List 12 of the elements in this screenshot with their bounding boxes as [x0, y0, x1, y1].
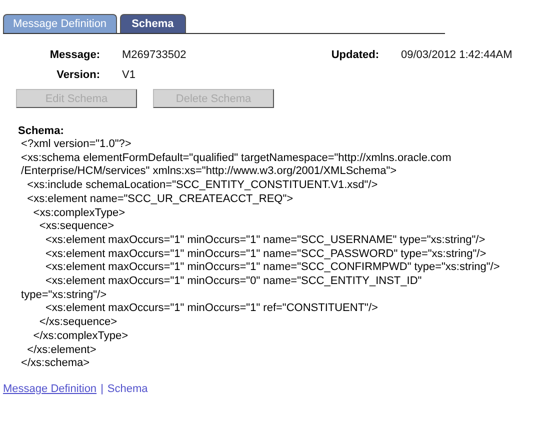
field-value: V1	[122, 69, 136, 81]
link-separator: |	[100, 382, 104, 395]
footer-link[interactable]: Message Definition	[3, 382, 97, 395]
schema-label: Schema:	[18, 125, 65, 137]
field-label: Message:	[48, 49, 100, 61]
field-value: M269733502	[122, 49, 188, 61]
field-label: Updated:	[330, 49, 379, 61]
field-value: 09/03/2012 1:42:44AM	[401, 49, 514, 61]
schema-code-text: <?xml version="1.0"?> <xs:schema elementFormDefault="qualified" targetNamespace="http://xmlns.oracle.com /Enterprise/HCM/services" xmlns:xs="http://www.w3.org/2001/XMLSchema"> <xs:include schemaLocation="SCC_ENTITY_CONSTITUENT.V1.xsd"/> <xs:element name="SCC_UR_CREATEACCT_REQ"> <xs:complexType> <xs:sequence> <xs:element maxOccurs="1" minOccurs="1" name="SCC_USERNAME" type="xs:string"/> <xs:element maxOccurs="1" minOccurs="1" name="SCC_PASSWORD" type="xs:string"/> <xs:element maxOccurs="1" minOccurs="1" name="SCC_CONFIRMPWD" type="xs:string"/> <xs:element maxOccurs="1" minOccurs="0" name="SCC_ENTITY_INST_ID" type="xs:string"/> <xs:element maxOccurs="1" minOccurs="1" ref="CONSTITUENT"/> </xs:sequence> </xs:complexType> </xs:element> </xs:schema>	[20, 138, 501, 371]
footer-link[interactable]: Schema	[107, 382, 148, 395]
field-label: Version:	[56, 69, 100, 81]
tab[interactable]: Schema	[120, 14, 186, 33]
